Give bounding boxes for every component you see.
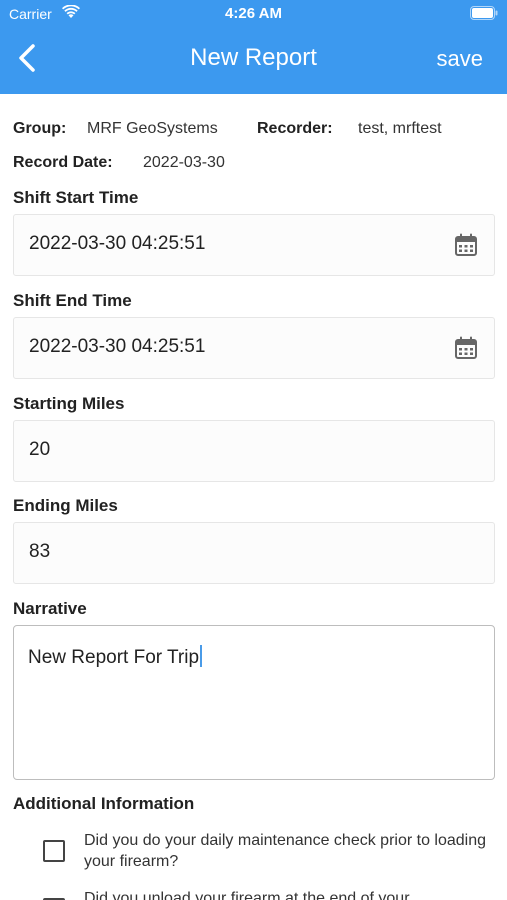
group-label: Group:: [13, 120, 67, 137]
calendar-icon[interactable]: [454, 336, 478, 365]
narrative-value: New Report For Trip: [28, 647, 200, 668]
shift-end-field[interactable]: 2022-03-30 04:25:51: [13, 317, 495, 379]
text-cursor: [200, 645, 203, 667]
meta-row-group: Group: MRF GeoSystems Recorder: test, mr…: [13, 120, 495, 140]
shift-start-value: 2022-03-30 04:25:51: [29, 233, 206, 254]
shift-end-value: 2022-03-30 04:25:51: [29, 336, 206, 357]
starting-miles-field[interactable]: 20: [13, 420, 495, 482]
status-bar: Carrier 4:26 AM: [0, 0, 507, 28]
recorder-value: test, mrftest: [358, 120, 442, 137]
save-button[interactable]: save: [437, 46, 483, 72]
status-time: 4:26 AM: [225, 5, 282, 22]
ending-miles-field[interactable]: 83: [13, 522, 495, 584]
shift-start-label: Shift Start Time: [13, 188, 139, 207]
starting-miles-value: 20: [29, 439, 51, 460]
starting-miles-label: Starting Miles: [13, 394, 125, 413]
checklist-item-text: Did you unload your firearm at the end o…: [84, 890, 410, 900]
recorder-label: Recorder:: [257, 120, 333, 137]
record-date-label: Record Date:: [13, 154, 113, 171]
group-value: MRF GeoSystems: [87, 120, 218, 137]
app-header: Carrier 4:26 AM New Report save: [0, 0, 507, 94]
additional-info-heading: Additional Information: [13, 794, 195, 813]
checkbox[interactable]: [43, 840, 65, 862]
ending-miles-value: 83: [29, 541, 51, 562]
checklist-item-text: Did you do your daily maintenance check …: [84, 832, 487, 870]
shift-start-field[interactable]: 2022-03-30 04:25:51: [13, 214, 495, 276]
narrative-label: Narrative: [13, 599, 87, 618]
ending-miles-label: Ending Miles: [13, 496, 118, 515]
page-title: New Report: [190, 44, 317, 71]
narrative-textarea[interactable]: New Report For Trip: [13, 625, 495, 780]
calendar-icon[interactable]: [454, 233, 478, 262]
narrative-text: New Report For Trip: [28, 645, 203, 669]
shift-end-label: Shift End Time: [13, 291, 132, 310]
record-date-value: 2022-03-30: [143, 154, 225, 171]
meta-row-date: Record Date: 2022-03-30: [13, 154, 495, 174]
battery-icon: [470, 6, 498, 25]
